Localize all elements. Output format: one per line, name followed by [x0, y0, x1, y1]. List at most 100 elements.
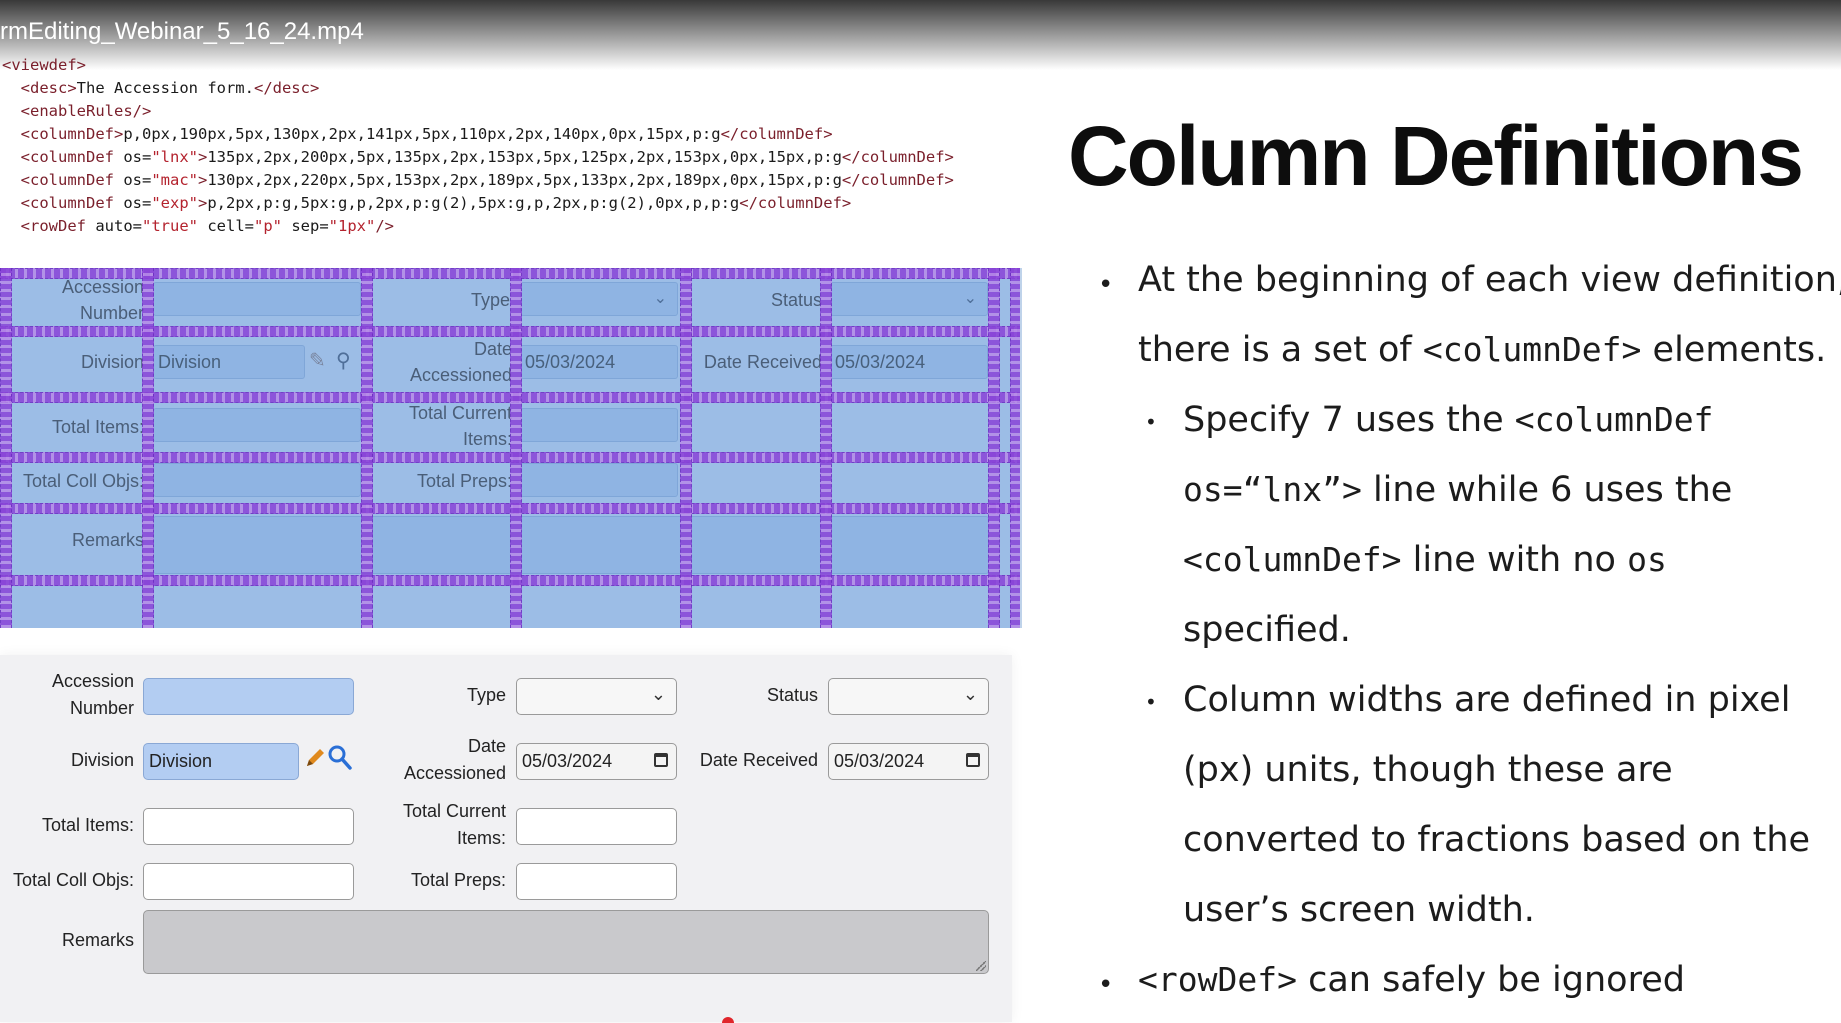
division-input[interactable]: Division: [143, 743, 299, 780]
sub-bullet-2-line-1: Column widths are defined in pixel: [1183, 680, 1791, 720]
grid-date-accessioned-field: 05/03/2024: [520, 345, 678, 379]
remarks-label: Remarks: [61, 930, 134, 950]
grid-total-current-label: Total Current Items:: [380, 400, 512, 452]
grid-remarks-label: Remarks: [71, 530, 144, 550]
code-token: "exp": [151, 194, 198, 212]
code-line: <viewdef>: [2, 54, 954, 77]
grid-remarks-field: [153, 516, 989, 574]
grid-total-preps-field: [520, 463, 678, 497]
status-label: Status: [766, 685, 818, 705]
grid-column-line: [1010, 268, 1020, 628]
code-token: p,0px,190px,5px,130px,2px,141px,5px,110p…: [123, 125, 721, 143]
remarks-textarea[interactable]: [143, 910, 989, 974]
date-accessioned-input[interactable]: 05/03/2024: [516, 743, 677, 780]
code-token: <columnDef>: [20, 125, 124, 143]
bullet-text: line while 6 uses the: [1361, 470, 1733, 510]
code-line: <columnDef os="lnx">135px,2px,200px,5px,…: [2, 146, 954, 169]
code-token: </columnDef>: [841, 171, 954, 189]
status-select[interactable]: ⌄: [828, 678, 989, 715]
label-line: Total Current: [402, 801, 506, 821]
xml-code-block: <viewdef> <desc>The Accession form.</des…: [2, 54, 954, 238]
code-token: "true": [142, 217, 198, 235]
resize-handle[interactable]: [976, 961, 986, 971]
grid-column-line: [680, 268, 692, 628]
grid-division-label: Division: [80, 352, 144, 372]
sub-bullet-1-line-4: specified.: [1183, 610, 1351, 650]
grid-column-line: [820, 268, 832, 628]
grid-column-line: [142, 268, 154, 628]
grid-type-select: ⌄: [520, 282, 678, 316]
code-token: >: [198, 171, 208, 189]
sub-bullet-2-line-4: user’s screen width.: [1183, 890, 1535, 930]
grid-total-coll-field: [153, 463, 361, 497]
calendar-icon[interactable]: [654, 753, 668, 767]
code-line: <enableRules/>: [2, 100, 954, 123]
grid-total-items-label: Total Items:: [51, 417, 144, 437]
chevron-down-icon: ⌄: [963, 290, 977, 307]
code-token: </columnDef>: [739, 194, 852, 212]
grid-date-received-label: Date Received: [703, 352, 822, 372]
slide-heading: Column Definitions: [1068, 109, 1804, 203]
sub-bullet-2-line-2: (px) units, though these are: [1183, 750, 1673, 790]
code-token: os=: [123, 171, 152, 189]
grid-column-line: [510, 268, 522, 628]
pencil-icon[interactable]: [303, 746, 327, 777]
code-inline: <rowDef>: [1138, 960, 1297, 999]
code-token: <enableRules/>: [20, 102, 152, 120]
date-received-input[interactable]: 05/03/2024: [828, 743, 989, 780]
chevron-down-icon: ⌄: [962, 684, 978, 704]
label-line: Items:: [456, 828, 506, 848]
chevron-down-icon: ⌄: [650, 684, 666, 704]
label-line: Accessioned: [403, 763, 506, 783]
calendar-icon[interactable]: [966, 753, 980, 767]
total-current-items-input[interactable]: [516, 808, 677, 845]
code-line: <rowDef auto="true" cell="p" sep="1px"/>: [2, 215, 954, 238]
code-token: </columnDef>: [720, 125, 833, 143]
total-items-input[interactable]: [143, 808, 354, 845]
accession-form: Accession Number Type ⌄ Status ⌄ Division…: [0, 655, 1012, 1022]
code-token: "p": [254, 217, 282, 235]
code-token: <rowDef: [20, 217, 96, 235]
accession-number-input[interactable]: [143, 678, 354, 715]
grid-total-preps-label: Total Preps:: [416, 471, 512, 491]
code-token: <viewdef>: [2, 56, 86, 74]
grid-status-label: Status: [770, 290, 822, 310]
pencil-icon: ✎: [309, 350, 326, 372]
code-token: 135px,2px,200px,5px,135px,2px,153px,5px,…: [207, 148, 842, 166]
bullet-text: Specify 7 uses the: [1183, 400, 1515, 440]
date-value: 05/03/2024: [834, 751, 925, 771]
code-token: os=: [123, 194, 152, 212]
total-coll-objs-input[interactable]: [143, 863, 354, 900]
type-select[interactable]: ⌄: [516, 678, 677, 715]
code-token: >: [198, 194, 208, 212]
video-title: rmEditing_Webinar_5_16_24.mp4: [0, 18, 364, 45]
code-token: <desc>: [20, 79, 77, 97]
label-line: Number: [69, 698, 134, 718]
code-token: <columnDef: [20, 194, 124, 212]
grid-date-accessioned-label: Date Accessioned: [380, 336, 512, 388]
total-current-items-label: Total Current Items:: [370, 798, 506, 852]
code-inline: <columnDef>: [1422, 330, 1642, 369]
code-token: "mac": [151, 171, 198, 189]
total-preps-input[interactable]: [516, 863, 677, 900]
type-label: Type: [466, 685, 506, 705]
date-accessioned-label: Date Accessioned: [370, 733, 506, 787]
grid-status-select: ⌄: [830, 282, 988, 316]
search-icon[interactable]: [327, 744, 353, 777]
grid-accession-field: [153, 282, 361, 316]
bullet-text: can safely be ignored: [1296, 960, 1685, 1000]
code-token: <columnDef: [20, 148, 124, 166]
grid-column-line: [361, 268, 373, 628]
code-line: <desc>The Accession form.</desc>: [2, 77, 954, 100]
code-token: "lnx": [151, 148, 198, 166]
code-line: <columnDef os="mac">130px,2px,220px,5px,…: [2, 169, 954, 192]
bullet-2: <rowDef> can safely be ignored: [1138, 960, 1685, 1000]
bullet-text: there is a set of: [1138, 330, 1423, 370]
code-inline: <columnDef: [1514, 400, 1714, 439]
label-line: Accessioned: [409, 365, 512, 385]
